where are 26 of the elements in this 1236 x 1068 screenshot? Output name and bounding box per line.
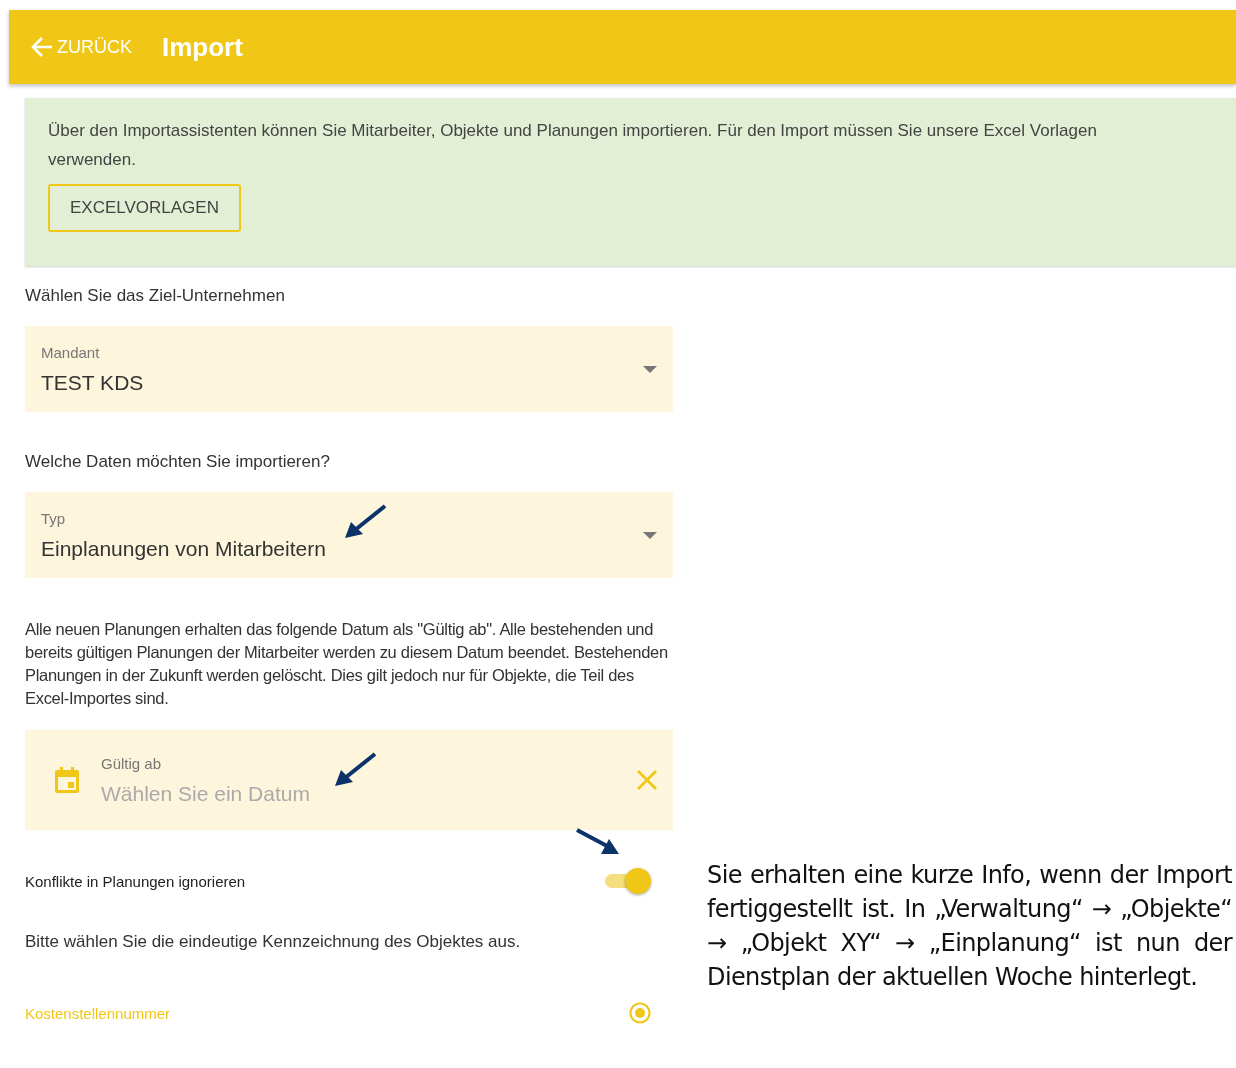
dropdown-caret-icon[interactable] — [643, 531, 657, 539]
description-text: Alle neuen Planungen erhalten das folgende Datum als "Gültig ab". Alle bestehenden und bereits gültigen Planungen der Mitarbeiter werden zu diesem Datum beendet. Bestehenden Planungen in der Zukunft werden gelöscht. Dies gilt jedoch nur für Objekte, die Teil des Excel-Importes sind. — [25, 619, 669, 709]
clear-icon[interactable] — [637, 770, 657, 790]
section-label: Wählen Sie das Ziel-Unternehmen — [25, 286, 286, 306]
toggle-switch[interactable] — [603, 868, 651, 894]
toggle-label: Konflikte in Planungen ignorieren — [25, 872, 246, 890]
note-text: Sie erhalten eine kurze Info, wenn der Import fertiggestellt ist. In „Verwaltung“ → „Objekte“ → „Objekt XY“ → „Einplanung“ ist nun der Dienstplan der aktuellen Woche hinterlegt. — [707, 860, 1232, 993]
radio-label: Kostenstellennummer — [25, 1004, 171, 1022]
section-label: Welche Daten möchten Sie importieren? — [25, 452, 331, 472]
calendar-icon[interactable] — [55, 767, 79, 793]
field-label: Typ — [41, 509, 67, 527]
select-field[interactable]: Typ Einplanungen von Mitarbeitern — [25, 492, 673, 578]
field-value: Einplanungen von Mitarbeitern — [41, 536, 327, 561]
excel-templates-button[interactable]: EXCELVORLAGEN — [48, 184, 241, 232]
radio-button[interactable] — [629, 1002, 651, 1024]
field-label: Mandant — [41, 343, 101, 361]
field-value: TEST KDS — [41, 370, 145, 395]
field-label: Gültig ab — [101, 754, 163, 772]
section-label: Bitte wählen Sie die eindeutige Kennzeichnung des Objektes aus. — [25, 932, 522, 952]
back-arrow-icon — [31, 36, 53, 58]
page-title: Import — [162, 31, 243, 63]
dropdown-caret-icon[interactable] — [643, 365, 657, 373]
date-field[interactable]: Gültig ab Wählen Sie ein Datum — [25, 730, 673, 830]
date-input[interactable]: Wählen Sie ein Datum — [101, 781, 401, 806]
select-field[interactable]: Mandant TEST KDS — [25, 326, 673, 412]
info-text: Über den Importassistenten können Sie Mitarbeiter, Objekte und Planungen importieren. Für den Import müssen Sie unsere Excel Vorlagen verwenden. — [48, 120, 1098, 171]
